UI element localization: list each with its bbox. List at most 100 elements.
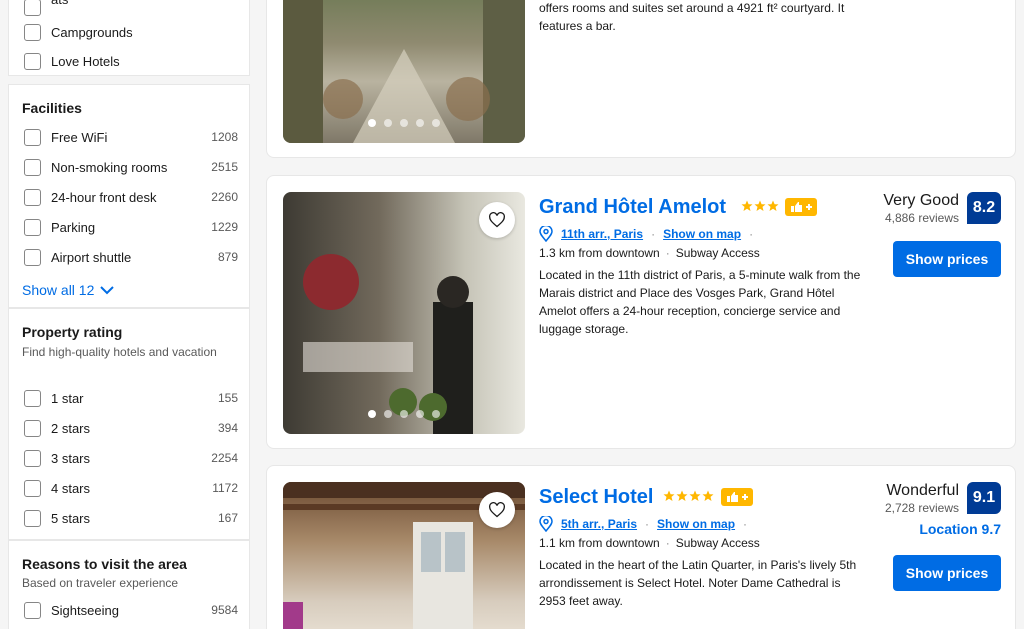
filter-count: 1208 [211, 130, 238, 144]
show-prices-button[interactable]: Show prices [893, 241, 1001, 277]
hotel-photo[interactable] [283, 482, 525, 629]
star-rating [663, 490, 714, 502]
checkbox[interactable] [24, 219, 41, 236]
photo-prev-button[interactable] [287, 576, 315, 608]
checkbox[interactable] [24, 390, 41, 407]
filter-count: 2515 [211, 160, 238, 174]
location-score[interactable]: Location 9.7 [919, 521, 1001, 537]
pager-dot[interactable] [368, 119, 376, 127]
hotel-distance: 1.3 km from downtown · Subway Access [539, 246, 760, 260]
hotel-card-partial: offers rooms and suites set around a 492… [266, 0, 1016, 158]
review-count[interactable]: 2,728 reviews [885, 501, 959, 515]
filter-label: Non-smoking rooms [51, 160, 168, 175]
filter-row[interactable]: 5 stars 167 [24, 503, 238, 533]
photo-next-button[interactable] [493, 50, 521, 82]
pager-dot[interactable] [368, 410, 376, 418]
map-pin-icon [539, 516, 553, 532]
hotel-location: 11th arr., Paris · Show on map · [539, 226, 753, 242]
filter-row[interactable]: 3 stars 2254 [24, 443, 238, 473]
chevron-down-icon [100, 286, 115, 295]
filter-row[interactable]: Love Hotels [24, 46, 238, 76]
pager-dot[interactable] [400, 410, 408, 418]
hotel-name-link[interactable]: Grand Hôtel Amelot [539, 196, 726, 219]
filter-label: Sightseeing [51, 603, 119, 618]
checkbox[interactable] [24, 420, 41, 437]
photo-prev-button[interactable] [287, 50, 315, 82]
filter-count: 9584 [211, 603, 238, 617]
filter-label: 24-hour front desk [51, 190, 157, 205]
filter-row[interactable]: 4 stars 1172 [24, 473, 238, 503]
reasons-title: Reasons to visit the area [22, 556, 187, 572]
separator-dot: · [651, 227, 656, 241]
filter-label: 3 stars [51, 451, 91, 466]
filter-row[interactable]: Parking 1229 [24, 212, 238, 242]
pager-dot[interactable] [384, 119, 392, 127]
separator-dot: · [645, 517, 650, 531]
hotel-photo[interactable] [283, 0, 525, 143]
hotel-description: offers rooms and suites set around a 492… [539, 1, 845, 33]
photo-pager [283, 410, 525, 418]
hotel-description: Located in the heart of the Latin Quarte… [539, 558, 857, 608]
distance-text: 1.1 km from downtown [539, 536, 660, 550]
heart-icon [489, 502, 505, 518]
filter-count: 155 [217, 391, 238, 405]
rating-word: Wonderful [886, 482, 959, 499]
area-link[interactable]: 11th arr., Paris [561, 227, 643, 241]
review-score-badge[interactable]: 9.1 [967, 482, 1001, 514]
pager-dot[interactable] [400, 119, 408, 127]
pager-dot[interactable] [416, 119, 424, 127]
checkbox[interactable] [24, 129, 41, 146]
filter-row[interactable]: Free WiFi 1208 [24, 122, 238, 152]
star-icon [689, 490, 701, 501]
filter-row[interactable]: Non-smoking rooms 2515 [24, 152, 238, 182]
checkbox[interactable] [24, 0, 41, 16]
filter-row[interactable]: 24-hour front desk 2260 [24, 182, 238, 212]
separator-dot: · [665, 536, 670, 550]
checkbox[interactable] [24, 189, 41, 206]
filter-row[interactable]: 2 stars 394 [24, 413, 238, 443]
checkbox[interactable] [24, 159, 41, 176]
hotel-name-link[interactable]: Select Hotel [539, 486, 653, 509]
review-count[interactable]: 4,886 reviews [885, 211, 959, 225]
save-favorite-button[interactable] [479, 202, 515, 238]
area-link[interactable]: 5th arr., Paris [561, 517, 637, 531]
review-score-badge[interactable]: 8.2 [967, 192, 1001, 224]
checkbox[interactable] [24, 53, 41, 70]
distance-text: 1.3 km from downtown [539, 246, 660, 260]
star-icon [676, 490, 688, 501]
pager-dot[interactable] [384, 410, 392, 418]
star-rating [741, 200, 779, 212]
filter-label: 1 star [51, 391, 84, 406]
show-on-map-link[interactable]: Show on map [657, 517, 735, 531]
filter-count: 2254 [211, 451, 238, 465]
photo-next-button[interactable] [493, 297, 521, 329]
filter-label: 5 stars [51, 511, 91, 526]
photo-next-button[interactable] [493, 576, 521, 608]
show-prices-button[interactable]: Show prices [893, 555, 1001, 591]
hotel-photo[interactable] [283, 192, 525, 434]
pager-dot[interactable] [432, 119, 440, 127]
checkbox[interactable] [24, 510, 41, 527]
checkbox[interactable] [24, 480, 41, 497]
show-all-facilities-link[interactable]: Show all 12 [22, 282, 115, 298]
photo-prev-button[interactable] [287, 297, 315, 329]
pager-dot[interactable] [416, 410, 424, 418]
filter-row[interactable]: Airport shuttle 879 [24, 242, 238, 272]
filter-row[interactable]: 1 star 155 [24, 383, 238, 413]
facilities-panel: Facilities Free WiFi 1208 Non-smoking ro… [8, 84, 250, 308]
filter-count: 394 [217, 421, 238, 435]
save-favorite-button[interactable] [479, 492, 515, 528]
star-icon [767, 200, 779, 211]
pager-dot[interactable] [432, 410, 440, 418]
hotel-description: Located in the 11th district of Paris, a… [539, 268, 861, 336]
checkbox[interactable] [24, 602, 41, 619]
filters-sidebar: ats Campgrounds Love Hotels Facilities F… [8, 0, 250, 629]
checkbox[interactable] [24, 24, 41, 41]
filter-row[interactable]: Sightseeing 9584 [24, 595, 238, 625]
property-type-panel: ats Campgrounds Love Hotels [8, 0, 250, 76]
checkbox[interactable] [24, 249, 41, 266]
checkbox[interactable] [24, 450, 41, 467]
filter-row[interactable]: Campgrounds [24, 17, 238, 47]
show-on-map-link[interactable]: Show on map [663, 227, 741, 241]
filter-label: Parking [51, 220, 96, 235]
